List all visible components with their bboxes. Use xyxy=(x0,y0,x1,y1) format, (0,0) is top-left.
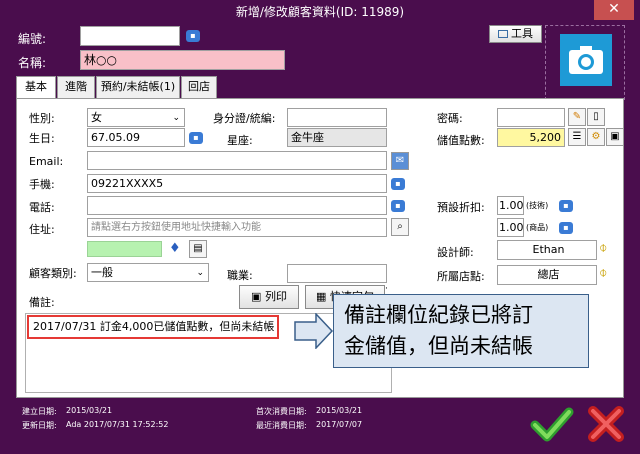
image-icon[interactable]: ▤ xyxy=(189,240,207,258)
email-label: Email: xyxy=(29,155,64,168)
confirm-button[interactable] xyxy=(530,404,574,444)
discount-label: 預設折扣: xyxy=(437,201,485,214)
points-label: 儲值點數: xyxy=(437,134,485,147)
tab-return[interactable]: 回店 xyxy=(181,76,217,98)
first-buy-value: 2015/03/21 xyxy=(316,406,363,415)
tab-appointments[interactable]: 預約/未結帳(1) xyxy=(96,76,180,98)
tools-button[interactable]: 工具 xyxy=(489,25,542,43)
callout-line1: 備註欄位紀錄已將訂 xyxy=(344,303,533,327)
note-text: 2017/07/31 訂金4,000已儲值點數，但尚未結帳 xyxy=(27,315,279,339)
info-icon[interactable]: ▪ xyxy=(559,200,573,212)
idcard-label: 身分證/統編: xyxy=(213,112,276,125)
birthday-label: 生日: xyxy=(29,132,55,145)
gender-value: 女 xyxy=(91,111,102,124)
last-buy-label: 最近消費日期: xyxy=(256,421,307,430)
category-select[interactable]: 一般 ⌄ xyxy=(87,263,209,282)
birthday-field[interactable]: 67.05.09 xyxy=(87,128,185,147)
tools-button-label: 工具 xyxy=(511,27,533,40)
address-label: 住址: xyxy=(29,223,55,236)
callout-line2: 金儲值，但尚未結帳 xyxy=(344,334,533,358)
list-icon xyxy=(498,30,508,38)
list-icon[interactable]: ☰ xyxy=(568,128,586,146)
phone-field[interactable] xyxy=(87,196,387,215)
mobile-field[interactable]: 09221XXXX5 xyxy=(87,174,387,193)
last-buy-value: 2017/07/07 xyxy=(316,420,363,429)
discount-product-field[interactable]: 1.00 xyxy=(497,218,524,237)
document-icon[interactable]: ▯ xyxy=(587,108,605,126)
info-icon[interactable]: ▪ xyxy=(391,178,405,190)
notepad-icon: ▦ xyxy=(316,290,327,303)
name-field[interactable]: 林○○ xyxy=(80,50,285,70)
designer-label: 設計師: xyxy=(437,246,474,259)
designer-field[interactable]: Ethan xyxy=(497,240,597,260)
tab-advanced[interactable]: 進階 xyxy=(57,76,95,98)
points-field: 5,200 xyxy=(497,128,565,147)
zodiac-label: 星座: xyxy=(227,134,253,147)
category-label: 顧客類別: xyxy=(29,267,77,280)
category-value: 一般 xyxy=(91,266,113,279)
mobile-label: 手機: xyxy=(29,178,55,191)
idcard-field[interactable] xyxy=(287,108,387,127)
id-label: 編號: xyxy=(18,32,47,46)
updated-label: 更新日期: xyxy=(22,421,57,430)
tab-basic[interactable]: 基本 xyxy=(16,76,56,99)
color-tag[interactable] xyxy=(87,241,162,257)
job-label: 職業: xyxy=(227,269,253,282)
printer-icon: ▣ xyxy=(251,290,262,303)
job-field[interactable] xyxy=(287,264,387,283)
id-field[interactable] xyxy=(80,26,180,46)
camera-icon[interactable] xyxy=(560,34,612,86)
checkmark-icon xyxy=(530,407,574,442)
zodiac-field: 金牛座 xyxy=(287,128,387,147)
password-field[interactable] xyxy=(497,108,565,127)
pin-icon[interactable]: ♦ xyxy=(169,241,183,257)
close-button[interactable]: ✕ xyxy=(594,0,634,20)
store-label: 所屬店點: xyxy=(437,270,485,283)
chevron-down-icon: ⌄ xyxy=(196,268,204,278)
info-icon[interactable]: ▪ xyxy=(186,30,200,42)
chevron-down-icon: ⌄ xyxy=(172,113,180,123)
dialog-window: 新增/修改顧客資料(ID: 11989) ✕ 編號: ▪ 名稱: 林○○ 工具 … xyxy=(0,0,640,454)
phone-label: 電話: xyxy=(29,201,55,214)
print-button-label: 列印 xyxy=(264,290,287,303)
photo-frame[interactable] xyxy=(545,25,625,100)
info-icon[interactable]: ▪ xyxy=(559,222,573,234)
gender-select[interactable]: 女 ⌄ xyxy=(87,108,185,127)
callout-box: 備註欄位紀錄已將訂 金儲值，但尚未結帳 xyxy=(333,294,589,368)
gender-label: 性別: xyxy=(29,112,55,125)
address-field[interactable]: 請點選右方按鈕使用地址快捷輸入功能 xyxy=(87,218,387,237)
created-label: 建立日期: xyxy=(22,407,57,416)
email-field[interactable] xyxy=(87,151,387,170)
print-button[interactable]: ▣ 列印 xyxy=(239,285,299,309)
details-icon[interactable]: ▣ xyxy=(606,128,624,146)
discount-tech-unit: (技術) xyxy=(526,201,549,210)
edit-icon[interactable]: ✎ xyxy=(568,108,586,126)
info-icon[interactable]: ▪ xyxy=(391,200,405,212)
arrow-icon xyxy=(294,312,334,350)
store-field[interactable]: 總店 xyxy=(497,265,597,285)
broom-icon[interactable]: ⌽ xyxy=(599,240,617,260)
cancel-button[interactable] xyxy=(586,404,626,444)
send-mail-icon[interactable]: ✉ xyxy=(391,152,409,170)
note-label: 備註: xyxy=(29,296,55,309)
created-value: 2015/03/21 xyxy=(66,406,113,415)
broom-icon[interactable]: ⌽ xyxy=(599,265,617,285)
x-icon xyxy=(588,406,624,442)
window-title: 新增/修改顧客資料(ID: 11989) xyxy=(235,5,405,19)
password-label: 密碼: xyxy=(437,112,463,125)
name-label: 名稱: xyxy=(18,56,47,70)
info-icon[interactable]: ▪ xyxy=(189,132,203,144)
discount-product-unit: (商品) xyxy=(526,223,549,232)
discount-tech-field[interactable]: 1.00 xyxy=(497,196,524,215)
gear-icon[interactable]: ⚙ xyxy=(587,128,605,146)
address-lookup-icon[interactable]: ⌕ xyxy=(391,218,409,236)
first-buy-label: 首次消費日期: xyxy=(256,407,307,416)
updated-value: Ada 2017/07/31 17:52:52 xyxy=(66,420,169,429)
